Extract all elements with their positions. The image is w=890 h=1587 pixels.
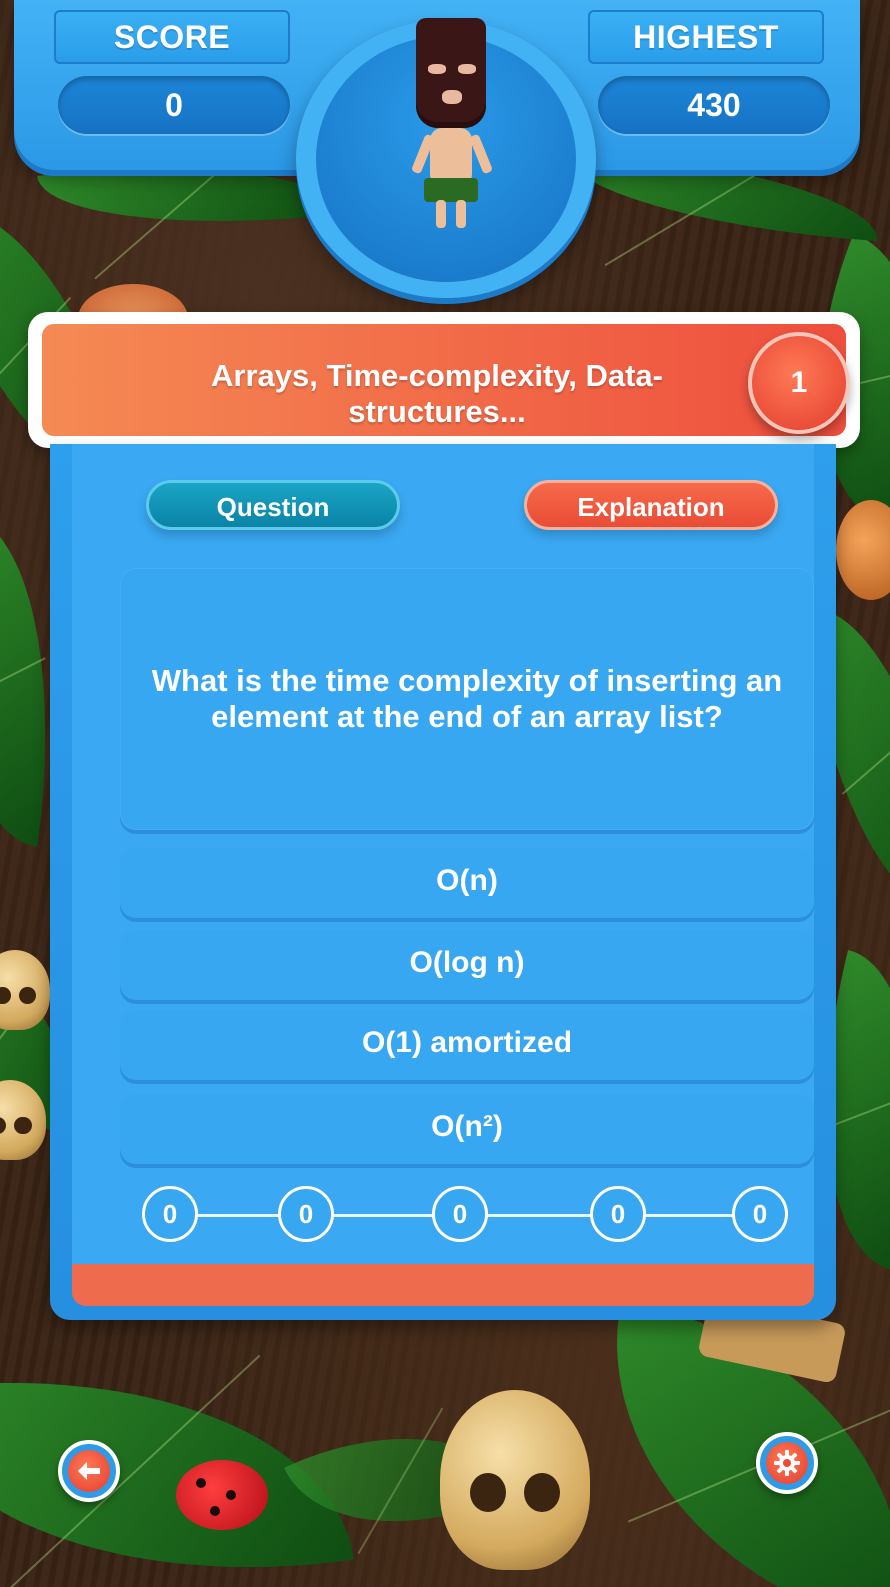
progress-dot: 0 bbox=[732, 1186, 788, 1242]
answer-option[interactable]: O(n) bbox=[120, 848, 814, 918]
back-button[interactable] bbox=[58, 1440, 120, 1502]
settings-button[interactable] bbox=[756, 1432, 818, 1494]
answer-option[interactable]: O(n²) bbox=[120, 1094, 814, 1164]
back-arrow-icon bbox=[78, 1462, 100, 1480]
player-character bbox=[394, 10, 508, 240]
progress-dot: 0 bbox=[278, 1186, 334, 1242]
progress-dot: 0 bbox=[432, 1186, 488, 1242]
progress-dot: 0 bbox=[142, 1186, 198, 1242]
tab-explanation[interactable]: Explanation bbox=[524, 480, 778, 530]
skull-decoration bbox=[440, 1390, 590, 1570]
skull-decoration bbox=[0, 950, 50, 1030]
score-label: SCORE bbox=[54, 10, 290, 64]
question-number-badge: 1 bbox=[748, 332, 850, 434]
answer-option[interactable]: O(log n) bbox=[120, 930, 814, 1000]
answer-option[interactable]: O(1) amortized bbox=[120, 1010, 814, 1080]
highest-label: HIGHEST bbox=[588, 10, 824, 64]
timer-strip bbox=[72, 1264, 814, 1306]
gear-icon bbox=[774, 1450, 800, 1476]
topic-title: Arrays, Time-complexity, Data-structures… bbox=[211, 358, 663, 429]
question-card: What is the time complexity of inserting… bbox=[120, 568, 814, 830]
frog-decoration bbox=[176, 1460, 268, 1530]
quiz-panel: Question Explanation What is the time co… bbox=[50, 444, 836, 1320]
progress-dot: 0 bbox=[590, 1186, 646, 1242]
score-value: 0 bbox=[58, 76, 290, 134]
topic-banner: Arrays, Time-complexity, Data-structures… bbox=[28, 312, 860, 448]
tab-question[interactable]: Question bbox=[146, 480, 400, 530]
highest-value: 430 bbox=[598, 76, 830, 134]
avatar-frame bbox=[296, 18, 596, 298]
question-text: What is the time complexity of inserting… bbox=[151, 663, 783, 734]
